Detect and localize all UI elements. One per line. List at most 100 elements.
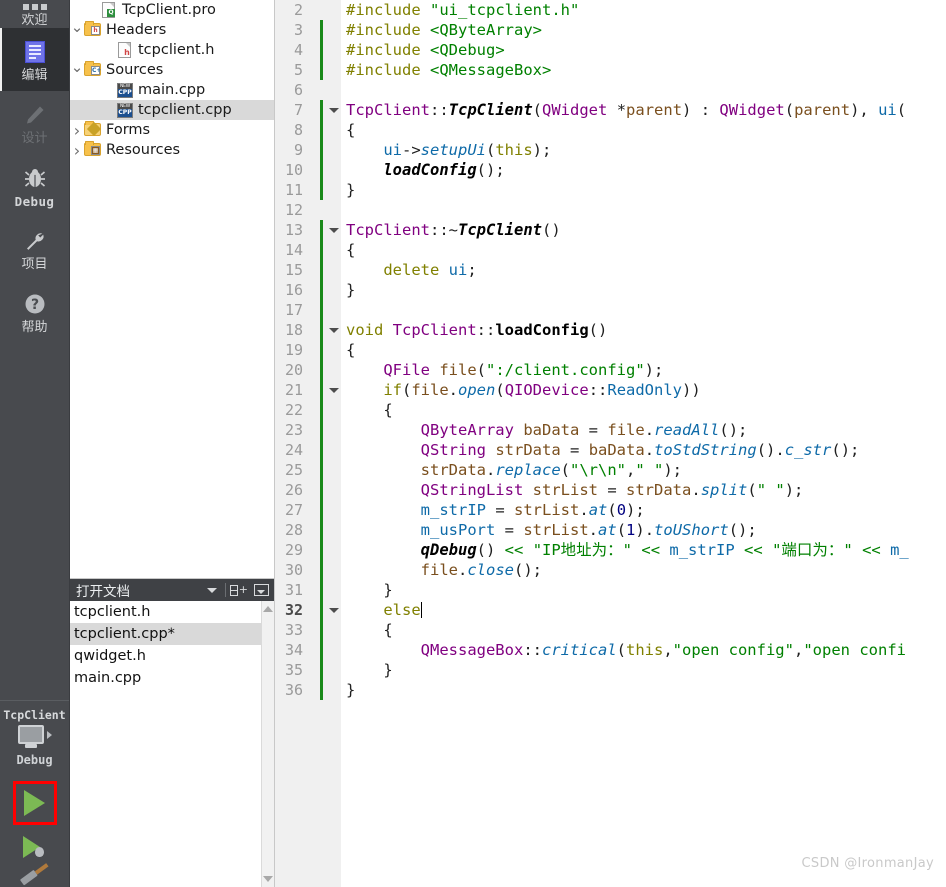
tree-item-forms[interactable]: Forms [70,120,274,140]
code-line: else [383,601,423,619]
code-line: loadConfig(); [383,161,505,179]
line-number: 2 [293,1,303,19]
run-button[interactable] [12,781,57,825]
code-line: } [383,581,393,599]
mode-item-edit-label: 编辑 [21,67,48,83]
kit-selector[interactable]: TcpClient Debug [0,700,69,887]
triangle-right-icon [46,730,52,739]
bug-icon [23,165,47,191]
fold-marker-icon[interactable] [327,600,341,620]
kit-build-config: Debug [16,753,53,767]
triangle-up-icon[interactable] [263,606,273,612]
triangle-down-icon[interactable] [263,876,273,882]
line-number: 36 [284,681,303,699]
tree-item-label: Headers [106,22,167,38]
tree-item-label: tcpclient.cpp [138,102,232,118]
folder-forms-icon [84,121,102,138]
open-doc-item[interactable]: tcpclient.cpp* [70,623,274,645]
mode-item-welcome-label: 欢迎 [21,13,48,28]
tree-item-headers[interactable]: hHeaders [70,20,274,40]
line-number: 3 [293,21,303,39]
tree-item-tcpclient-pro[interactable]: Q TcpClient.pro [70,0,274,20]
pencil-icon [23,102,47,128]
tree-item-label: main.cpp [138,82,206,98]
mode-item-edit[interactable]: 编辑 [0,28,69,91]
chevron-down-icon[interactable] [203,581,221,599]
chevron-right-icon[interactable] [70,141,84,160]
tree-item-sources[interactable]: C+Sources [70,60,274,80]
fold-marker-icon[interactable] [327,100,341,120]
tree-item-main-cpp[interactable]: NEW CPP main.cpp [70,80,274,100]
open-doc-item[interactable]: qwidget.h [70,645,274,667]
line-number: 10 [284,161,303,179]
tree-item-label: Resources [106,142,181,158]
folder-res-icon: ▦ [84,141,102,158]
code-line: } [346,281,356,299]
build-button[interactable] [19,862,49,886]
line-number: 32 [284,601,303,619]
tree-item-resources[interactable]: ▦Resources [70,140,274,160]
svg-text:?: ? [30,297,38,313]
project-tree[interactable]: QTcpClient.prohHeadershtcpclient.hC+Sour… [70,0,274,578]
editor-gutter[interactable]: 2 3 4 5 6 7 8 9 10 11 12 13 14 15 16 17 18 19 20 21 22 23 24 25… [275,0,342,887]
chevron-down-icon[interactable] [70,61,84,79]
tree-item-label: Sources [106,62,164,78]
mode-item-projects[interactable]: 项目 [0,217,69,280]
open-documents-scrollbar[interactable] [261,601,274,887]
line-number: 20 [284,361,303,379]
fold-marker-icon[interactable] [327,380,341,400]
code-line: } [346,681,356,699]
open-documents-header: 打开文档 + [70,579,274,601]
open-doc-item[interactable]: main.cpp [70,667,274,689]
open-documents-title: 打开文档 [76,584,130,600]
wrench-icon [23,228,47,254]
line-number: 4 [293,41,303,59]
chevron-right-icon[interactable] [70,121,84,140]
open-doc-label: tcpclient.h [74,604,151,620]
fold-marker-icon[interactable] [327,220,341,240]
chevron-down-icon[interactable] [70,21,84,39]
header-divider [225,583,226,597]
mode-selector-bar: 欢迎 编辑 设计 Debug 项目 ? 帮助 TcpClient Debug [0,0,70,887]
code-line: m_strIP = strList.at(0); [420,501,645,519]
code-line: #include <QByteArray> [346,21,542,39]
open-documents-list[interactable]: tcpclient.h tcpclient.cpp* qwidget.h main.c… [70,601,274,887]
open-doc-item[interactable]: tcpclient.h [70,601,274,623]
debug-button[interactable] [23,836,46,858]
line-number: 25 [284,461,303,479]
line-number: 33 [284,621,303,639]
code-line: #include <QMessageBox> [346,61,552,79]
fold-marker-icon[interactable] [327,320,341,340]
editor-code-area[interactable]: #include "ui_tcpclient.h" #include <QByte… [342,0,946,887]
line-number: 7 [293,101,303,119]
open-doc-label: tcpclient.cpp* [74,626,175,642]
mode-item-design-label: 设计 [21,130,48,146]
split-plus-icon[interactable]: + [230,581,248,599]
mode-item-design[interactable]: 设计 [0,91,69,154]
line-number: 19 [284,341,303,359]
line-number: 29 [284,541,303,559]
code-editor[interactable]: 2 3 4 5 6 7 8 9 10 11 12 13 14 15 16 17 18 19 20 21 22 23 24 25… [275,0,946,887]
folder-cpp-icon: C+ [84,61,102,78]
collapse-box-icon[interactable] [252,581,270,599]
mode-item-debug-label: Debug [14,193,55,209]
code-line: { [383,401,393,419]
tree-item-tcpclient-cpp[interactable]: NEW CPP tcpclient.cpp [70,100,274,120]
tree-item-tcpclient-h[interactable]: h tcpclient.h [70,40,274,60]
line-number: 15 [284,261,303,279]
code-line: #include "ui_tcpclient.h" [346,1,580,19]
tree-item-label: tcpclient.h [138,42,215,58]
sidebar: QTcpClient.prohHeadershtcpclient.hC+Sour… [70,0,275,887]
code-line: QString strData = baData.toStdString().c… [420,441,860,459]
mode-item-help[interactable]: ? 帮助 [0,280,69,343]
mode-item-welcome[interactable]: 欢迎 [0,0,69,28]
mode-item-debug[interactable]: Debug [0,154,69,217]
line-number: 14 [284,241,303,259]
kit-project-name: TcpClient [3,708,66,722]
line-number: 6 [293,81,303,99]
code-line: m_usPort = strList.at(1).toUShort(); [420,521,757,539]
code-line: { [346,121,356,139]
line-number: 11 [284,181,303,199]
line-number: 17 [284,301,303,319]
code-line: TcpClient::TcpClient(QWidget *parent) : … [346,101,907,119]
